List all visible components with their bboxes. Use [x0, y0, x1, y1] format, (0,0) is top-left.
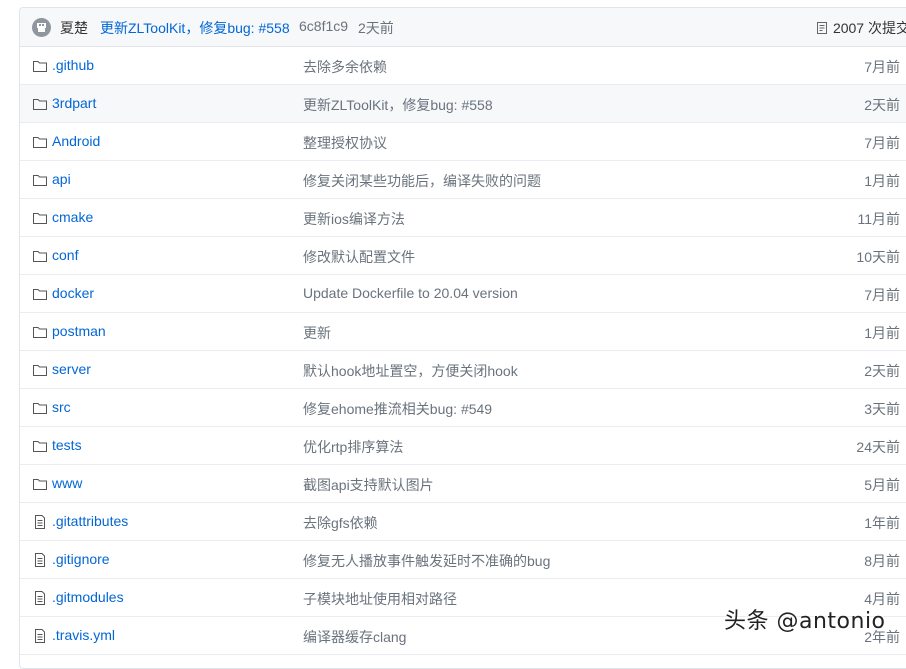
file-commit-message-link[interactable]: 更新ios编译方法	[303, 209, 405, 229]
file-row[interactable]: tests 优化rtp排序算法 24天前	[20, 427, 906, 465]
file-row[interactable]: conf 修改默认配置文件 10天前	[20, 237, 906, 275]
folder-icon	[32, 286, 48, 302]
file-commit-time: 1月前	[864, 173, 900, 189]
file-commit-time: 7月前	[864, 287, 900, 303]
file-commit-time: 2天前	[864, 97, 900, 113]
file-name-link[interactable]: .gitmodules	[52, 589, 124, 605]
file-name-link[interactable]: 3rdpart	[52, 95, 96, 111]
folder-icon	[32, 476, 48, 492]
file-commit-message-link[interactable]: 子模块地址使用相对路径	[303, 589, 457, 609]
file-row[interactable]: www 截图api支持默认图片 5月前	[20, 465, 906, 503]
file-icon	[32, 590, 48, 606]
file-row[interactable]: Android 整理授权协议 7月前	[20, 123, 906, 161]
folder-icon	[32, 324, 48, 340]
file-row[interactable]: api 修复关闭某些功能后，编译失败的问题 1月前	[20, 161, 906, 199]
file-commit-time: 7月前	[864, 59, 900, 75]
file-name-link[interactable]: server	[52, 361, 91, 377]
file-name-link[interactable]: .travis.yml	[52, 627, 115, 643]
file-row[interactable]: 3rdpart 更新ZLToolKit，修复bug: #558 2天前	[20, 85, 906, 123]
file-name-link[interactable]: cmake	[52, 209, 93, 225]
file-commit-time: 10天前	[856, 249, 900, 265]
file-commit-message-link[interactable]: 截图api支持默认图片	[303, 475, 434, 495]
folder-icon	[32, 172, 48, 188]
commit-message-link[interactable]: 更新ZLToolKit，修复bug: #558	[100, 18, 290, 38]
file-row[interactable]: server 默认hook地址置空，方便关闭hook 2天前	[20, 351, 906, 389]
commit-hash-link[interactable]: 6c8f1c9	[299, 18, 348, 34]
file-name-link[interactable]: tests	[52, 437, 82, 453]
latest-commit-bar: 夏楚 更新ZLToolKit，修复bug: #558 6c8f1c9 2天前 2…	[20, 8, 906, 47]
file-row[interactable]: .github 去除多余依赖 7月前	[20, 47, 906, 85]
file-name-link[interactable]: docker	[52, 285, 94, 301]
watermark: 头条 @antonio	[724, 609, 886, 634]
file-commit-time: 2天前	[864, 363, 900, 379]
file-commit-message-link[interactable]: 修复ehome推流相关bug: #549	[303, 399, 492, 419]
file-row[interactable]: docker Update Dockerfile to 20.04 version…	[20, 275, 906, 313]
commit-author[interactable]: 夏楚	[60, 18, 88, 38]
file-row[interactable]: .gitignore 修复无人播放事件触发延时不准确的bug 8月前	[20, 541, 906, 579]
folder-icon	[32, 438, 48, 454]
file-commit-message-link[interactable]: 去除多余依赖	[303, 57, 387, 77]
file-commit-message-link[interactable]: Update Dockerfile to 20.04 version	[303, 285, 518, 301]
file-commit-time: 7月前	[864, 135, 900, 151]
avatar-glyph-icon	[37, 23, 46, 32]
file-icon	[32, 628, 48, 644]
file-row[interactable]: src 修复ehome推流相关bug: #549 3天前	[20, 389, 906, 427]
file-name-link[interactable]: Android	[52, 133, 100, 149]
folder-icon	[32, 362, 48, 378]
file-icon	[32, 514, 48, 530]
file-commit-time: 1年前	[864, 515, 900, 531]
file-commit-message-link[interactable]: 修复无人播放事件触发延时不准确的bug	[303, 551, 550, 571]
file-commit-time: 3天前	[864, 401, 900, 417]
file-list: .github 去除多余依赖 7月前 3rdpart 更新ZLToolKit，修复bug…	[20, 47, 906, 655]
file-name-link[interactable]: .gitattributes	[52, 513, 128, 529]
file-row[interactable]: cmake 更新ios编译方法 11月前	[20, 199, 906, 237]
file-commit-time: 5月前	[864, 477, 900, 493]
file-commit-message-link[interactable]: 更新	[303, 323, 331, 343]
file-row[interactable]: .gitattributes 去除gfs依赖 1年前	[20, 503, 906, 541]
repo-file-table: 夏楚 更新ZLToolKit，修复bug: #558 6c8f1c9 2天前 2…	[19, 7, 906, 669]
file-commit-message-link[interactable]: 优化rtp排序算法	[303, 437, 403, 457]
folder-icon	[32, 248, 48, 264]
file-name-link[interactable]: www	[52, 475, 82, 491]
folder-icon	[32, 400, 48, 416]
file-name-link[interactable]: conf	[52, 247, 78, 263]
commit-count-label[interactable]: 2007 次提交	[833, 18, 906, 38]
file-icon	[32, 552, 48, 568]
commit-time: 2天前	[358, 20, 394, 36]
file-commit-time: 1月前	[864, 325, 900, 341]
avatar-icon[interactable]	[32, 18, 51, 37]
file-commit-message-link[interactable]: 修复关闭某些功能后，编译失败的问题	[303, 171, 541, 191]
file-name-link[interactable]: postman	[52, 323, 106, 339]
file-name-link[interactable]: src	[52, 399, 71, 415]
file-commit-message-link[interactable]: 更新ZLToolKit，修复bug: #558	[303, 95, 493, 115]
file-commit-message-link[interactable]: 修改默认配置文件	[303, 247, 415, 267]
file-name-link[interactable]: api	[52, 171, 71, 187]
file-commit-message-link[interactable]: 去除gfs依赖	[303, 513, 378, 533]
file-name-link[interactable]: .github	[52, 57, 94, 73]
folder-icon	[32, 210, 48, 226]
folder-icon	[32, 134, 48, 150]
folder-icon	[32, 96, 48, 112]
file-commit-time: 8月前	[864, 553, 900, 569]
file-commit-message-link[interactable]: 编译器缓存clang	[303, 627, 406, 647]
file-name-link[interactable]: .gitignore	[52, 551, 110, 567]
history-icon	[816, 22, 827, 34]
file-commit-time: 11月前	[857, 211, 900, 227]
file-commit-message-link[interactable]: 整理授权协议	[303, 133, 387, 153]
file-row[interactable]: postman 更新 1月前	[20, 313, 906, 351]
folder-icon	[32, 58, 48, 74]
file-commit-time: 24天前	[856, 439, 900, 455]
commit-count-link[interactable]: 2007 次提交	[815, 18, 906, 38]
file-commit-message-link[interactable]: 默认hook地址置空，方便关闭hook	[303, 361, 518, 381]
